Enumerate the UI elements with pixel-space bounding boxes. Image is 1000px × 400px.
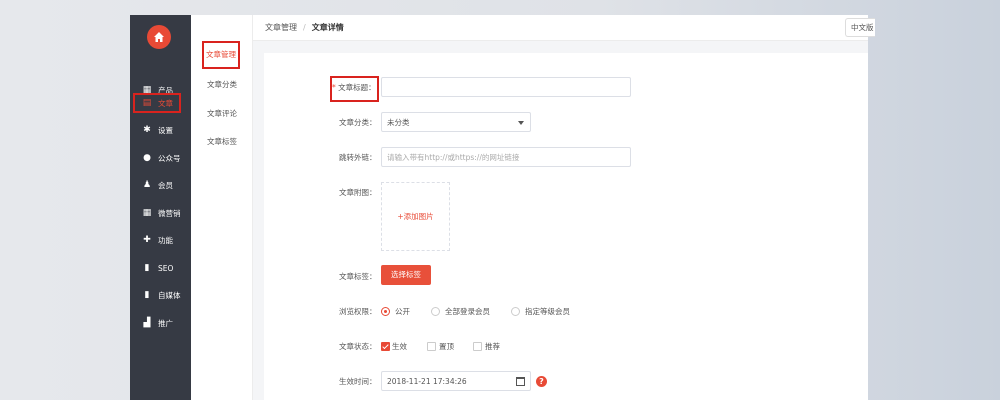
file-icon: ▮ xyxy=(144,263,150,273)
sidebar-item-label: 自媒体 xyxy=(158,290,181,300)
language-selector[interactable]: 中文版 xyxy=(845,18,875,37)
sidebar-item-label: 文章 xyxy=(158,98,173,108)
sidebar-item-self-media[interactable]: ▮ 自媒体 xyxy=(130,286,191,304)
top-bar: 文章管理 / 文章详情 中文版 xyxy=(253,15,875,41)
category-label: 文章分类： xyxy=(339,118,377,127)
wechat-icon: ● xyxy=(143,153,151,163)
bar-chart-icon: ▟ xyxy=(143,318,151,328)
home-logo[interactable] xyxy=(147,25,171,49)
file-icon: ▮ xyxy=(144,290,150,300)
sidebar-item-members[interactable]: ♟ 会员 xyxy=(130,176,191,194)
sidebar-item-label: 会员 xyxy=(158,180,173,190)
sidebar-item-settings[interactable]: ✱ 设置 xyxy=(130,121,191,139)
help-icon[interactable]: ? xyxy=(536,376,547,387)
sidebar-item-label: 功能 xyxy=(158,235,173,245)
category-select[interactable]: 未分类 xyxy=(381,112,531,132)
sidebar-item-seo[interactable]: ▮ SEO xyxy=(130,259,191,277)
sidebar-item-official-account[interactable]: ● 公众号 xyxy=(130,149,191,167)
permission-option-label: 公开 xyxy=(395,307,410,316)
category-value: 未分类 xyxy=(387,118,410,127)
sidebar-item-articles[interactable]: ▤ 文章 xyxy=(133,93,181,113)
effective-time-input[interactable]: 2018-11-21 17:34:26 xyxy=(381,371,531,391)
permission-radio-all-members[interactable] xyxy=(431,307,440,316)
document-icon: ▤ xyxy=(142,98,152,108)
chevron-down-icon xyxy=(518,121,524,125)
breadcrumb-parent[interactable]: 文章管理 xyxy=(265,23,297,32)
breadcrumb: 文章管理 / 文章详情 xyxy=(265,22,344,33)
sidebar-item-marketing[interactable]: ▦ 微营销 xyxy=(130,204,191,222)
effective-time-value: 2018-11-21 17:34:26 xyxy=(387,377,467,386)
status-checkbox-active[interactable] xyxy=(381,342,390,351)
sidebar-item-label: 微营销 xyxy=(158,208,181,218)
breadcrumb-current: 文章详情 xyxy=(311,23,344,32)
image-label: 文章附图： xyxy=(339,188,377,197)
add-image-button[interactable]: +添加图片 xyxy=(381,182,450,251)
add-image-text: +添加图片 xyxy=(397,212,434,221)
sidebar: ▦ 产品 ▤ 文章 ✱ 设置 ● 公众号 ♟ 会员 ▦ 微营销 ✚ 功能 ▮ S xyxy=(130,15,191,400)
subnav-item-article-category[interactable]: 文章分类 xyxy=(191,79,253,90)
subnav-item-article-comments[interactable]: 文章评论 xyxy=(191,108,253,119)
sidebar-item-features[interactable]: ✚ 功能 xyxy=(130,231,191,249)
status-option-label: 置顶 xyxy=(439,342,454,351)
home-icon xyxy=(154,32,164,42)
sidebar-item-label: 公众号 xyxy=(158,153,181,163)
status-label: 文章状态： xyxy=(339,342,377,351)
title-label: * 文章标题： xyxy=(332,83,376,92)
subnav-item-article-management[interactable]: 文章管理 xyxy=(202,41,240,69)
sidebar-item-promotion[interactable]: ▟ 推广 xyxy=(130,314,191,332)
link-input[interactable]: 请输入带有http://或https://的网址链接 xyxy=(381,147,631,167)
permission-option-label: 全部登录会员 xyxy=(445,307,490,316)
puzzle-icon: ✚ xyxy=(143,235,151,245)
permission-label: 浏览权限： xyxy=(339,307,377,316)
gear-icon: ✱ xyxy=(143,125,151,135)
permission-radio-level-members[interactable] xyxy=(511,307,520,316)
subnav-item-article-tags[interactable]: 文章标签 xyxy=(191,136,253,147)
sidebar-item-label: SEO xyxy=(158,263,174,273)
select-tags-button[interactable]: 选择标签 xyxy=(381,265,431,285)
sidebar-item-label: 推广 xyxy=(158,318,173,328)
permission-option-label: 指定等级会员 xyxy=(525,307,570,316)
calendar-icon[interactable] xyxy=(516,377,525,386)
user-icon: ♟ xyxy=(142,180,152,190)
breadcrumb-separator: / xyxy=(303,23,306,32)
link-label: 跳转外链： xyxy=(339,153,377,162)
status-checkbox-top[interactable] xyxy=(427,342,436,351)
permission-radio-public[interactable] xyxy=(381,307,390,316)
tags-label: 文章标签： xyxy=(339,272,377,281)
status-option-label: 生效 xyxy=(392,342,407,351)
sub-navigation: 文章管理 文章分类 文章评论 文章标签 xyxy=(191,15,253,400)
link-placeholder: 请输入带有http://或https://的网址链接 xyxy=(387,153,520,162)
status-option-label: 推荐 xyxy=(485,342,500,351)
title-input[interactable] xyxy=(381,77,631,97)
status-checkbox-recommend[interactable] xyxy=(473,342,482,351)
sidebar-item-label: 设置 xyxy=(158,125,173,135)
calendar-icon: ▦ xyxy=(142,208,152,218)
time-label: 生效时间： xyxy=(339,377,377,386)
